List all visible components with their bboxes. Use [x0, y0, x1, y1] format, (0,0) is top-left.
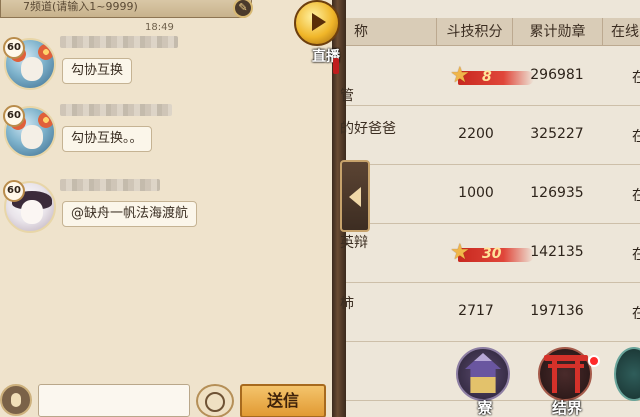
online-status: 在: [632, 129, 640, 145]
level-badge: 60: [3, 180, 25, 202]
level-badge: 60: [3, 105, 25, 127]
column-online: 在线: [602, 18, 640, 46]
message-bubble: 勾协互换: [62, 58, 133, 84]
chat-panel: 7频道(请输入1~9999) ✎ 18:49 60 勾协互换 60 勾协互换。。…: [0, 0, 336, 417]
barrier-label: 结界: [551, 399, 582, 417]
sender-name-blurred: [60, 104, 172, 116]
channel-selector[interactable]: 7频道(请输入1~9999) ✎: [0, 0, 253, 18]
star-icon: ★: [450, 63, 470, 88]
ranking-row[interactable]: 管 ★ 8 296981 在: [340, 47, 640, 106]
partial-nav-button[interactable]: [610, 345, 640, 417]
player-name: 的好爸爸: [340, 121, 396, 137]
star-icon: ★: [450, 240, 470, 265]
sender-name-blurred: [60, 36, 178, 48]
chat-input-row: 送信: [0, 382, 336, 417]
chat-message: 60 勾协互换。。: [0, 102, 300, 172]
score: 2200: [458, 126, 494, 142]
torii-gate-icon: [544, 355, 588, 393]
online-status: 在: [632, 306, 640, 322]
live-stream-button[interactable]: 直播: [290, 0, 352, 74]
player-name: 柿: [340, 296, 354, 312]
emoji-button[interactable]: [196, 384, 234, 417]
score: 2717: [458, 303, 494, 319]
ranking-row[interactable]: 英辩 ★ 30 142135 在: [340, 224, 640, 283]
message-timestamp: 18:49: [145, 22, 174, 33]
chat-message: 60 @缺舟一帆法海渡航: [0, 177, 300, 247]
ranking-row[interactable]: 的好爸爸 2200 325227 在: [340, 106, 640, 165]
smiley-icon: [205, 392, 225, 412]
message-bubble: @缺舟一帆法海渡航: [62, 201, 198, 227]
player-name: 管: [340, 88, 354, 104]
chat-message: 60 勾协互换: [0, 34, 300, 104]
barrier-button[interactable]: 结界: [530, 345, 600, 417]
ranking-row[interactable]: 柿 2717 197136 在: [340, 283, 640, 342]
chat-input[interactable]: [38, 384, 190, 417]
ranking-header: 称 斗技积分 累计勋章 在线: [346, 18, 640, 46]
star-rank-number: 30: [482, 246, 502, 262]
send-button[interactable]: 送信: [240, 384, 326, 417]
star-rank-number: 8: [482, 69, 492, 85]
column-medals[interactable]: 累计勋章: [512, 18, 602, 46]
guild-label: 寮: [477, 399, 493, 417]
ranking-row[interactable]: 1000 126935 在: [346, 165, 640, 224]
collapse-arrow-icon[interactable]: [340, 160, 370, 232]
medal-count: 197136: [530, 303, 584, 319]
medal-count: 325227: [530, 126, 584, 142]
sender-name-blurred: [60, 179, 160, 191]
medal-count: 126935: [530, 185, 584, 201]
level-badge: 60: [3, 37, 25, 59]
microphone-icon[interactable]: [0, 384, 32, 416]
online-status: 在: [632, 70, 640, 86]
channel-text: 7频道(请输入1~9999): [23, 0, 138, 13]
column-score[interactable]: 斗技积分: [436, 18, 512, 46]
online-status: 在: [632, 247, 640, 263]
column-name: 称: [354, 24, 368, 40]
guild-button[interactable]: 寮: [448, 345, 518, 417]
online-status: 在: [632, 188, 640, 204]
message-bubble: 勾协互换。。: [62, 126, 152, 152]
notification-dot: [588, 355, 600, 367]
score: 1000: [458, 185, 494, 201]
player-name: 英辩: [340, 235, 368, 251]
edit-channel-icon[interactable]: ✎: [233, 0, 253, 18]
medal-count: 296981: [530, 67, 584, 83]
medal-count: 142135: [530, 244, 584, 260]
